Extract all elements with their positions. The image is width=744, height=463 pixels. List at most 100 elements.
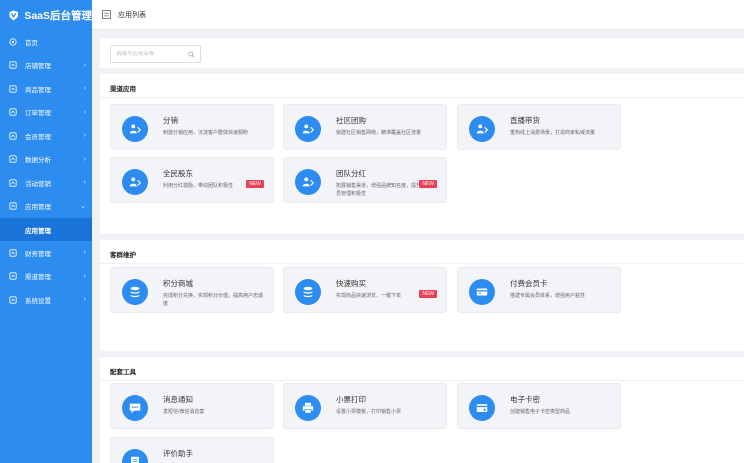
app-card-distribution[interactable]: 分销 刺激分销应用，沉淀客户群体快速裂盼 — [110, 104, 274, 150]
sidebar-menu: 首页 店铺管理 › 商品管理 › 订单管理 › 会员管理 › 数据分析 › 活动… — [0, 30, 92, 312]
card-name: 小票打印 — [336, 395, 366, 404]
sidebar-item-finance[interactable]: 财务管理 › — [0, 241, 92, 265]
settings-icon — [9, 296, 17, 304]
search-icon[interactable] — [188, 51, 195, 58]
app-card-team-bonus[interactable]: 团队分红 拓展销售渠道，增强品牌知名度，提升团队成员管理积极性 NEW — [283, 157, 447, 203]
sidebar-subitem-app-management[interactable]: 应用管理 — [0, 218, 92, 241]
menu-toggle-icon[interactable] — [102, 10, 111, 19]
section-title: 客群维护 — [100, 240, 744, 264]
sidebar-item-orders[interactable]: 订单管理 › — [0, 101, 92, 125]
chevron-right-icon: › — [83, 249, 86, 257]
app-icon — [9, 202, 17, 210]
channel-icon — [9, 272, 17, 280]
card-name: 快速购买 — [336, 279, 366, 288]
chevron-right-icon: › — [83, 155, 86, 163]
chevron-right-icon: › — [83, 179, 86, 187]
message-icon — [122, 395, 148, 421]
section-tools: 配套工具 消息通知 发短信/微信消息案 小票打印 设置小票模板，打印销售小票 电… — [100, 357, 744, 463]
card-name: 直播带货 — [510, 116, 540, 125]
card-name: 电子卡密 — [510, 395, 540, 404]
app-card-points-mall[interactable]: 积分商城 完成积分兑换，实现积分价值，提高用户忠诚度 — [110, 267, 274, 313]
chevron-right-icon: › — [83, 272, 86, 280]
card-name: 社区团购 — [336, 116, 366, 125]
sidebar-item-home[interactable]: 首页 — [0, 30, 92, 54]
sidebar-item-label: 商品管理 — [25, 86, 51, 94]
goods-icon — [9, 85, 17, 93]
search-box[interactable] — [110, 45, 201, 63]
chevron-right-icon: › — [83, 85, 86, 93]
app-card-e-card[interactable]: 电子卡密 创建销售电子卡密类型商品 — [457, 383, 621, 429]
card-name: 分销 — [163, 116, 178, 125]
card-name: 团队分红 — [336, 169, 366, 178]
section-title: 配套工具 — [100, 357, 744, 381]
app-card-printer[interactable]: 小票打印 设置小票模板，打印销售小票 — [283, 383, 447, 429]
sidebar-item-label: 会员管理 — [25, 133, 51, 141]
sidebar-item-label: 财务管理 — [25, 250, 51, 258]
finance-icon — [9, 249, 17, 257]
section-customer-care: 客群维护 积分商城 完成积分兑换，实现积分价值，提高用户忠诚度 快速购买 实现商… — [100, 240, 744, 351]
card-description: 刺激分销应用，沉淀客户群体快速裂盼 — [163, 130, 249, 136]
team-bonus-icon — [295, 169, 321, 195]
card-description: 完成积分兑换，实现积分价值，提高用户忠诚度 — [163, 293, 264, 307]
top-header: 应用列表 — [92, 0, 744, 30]
app-card-member-card[interactable]: 付费会员卡 搭建专属会员体系，增强用户粘性 — [457, 267, 621, 313]
card-description: 设置小票模板，打印销售小票 — [336, 409, 402, 415]
sidebar-item-marketing[interactable]: 活动营销 › — [0, 171, 92, 195]
points-mall-icon — [122, 279, 148, 305]
member-icon — [9, 132, 17, 140]
sidebar-item-apps[interactable]: 应用管理 ⌄ — [0, 194, 92, 218]
sidebar-item-label: 活动营销 — [25, 180, 51, 188]
sidebar-item-settings[interactable]: 系统设置 › — [0, 288, 92, 312]
live-stream-icon — [469, 116, 495, 142]
order-icon — [9, 108, 17, 116]
card-name: 付费会员卡 — [510, 279, 548, 288]
group-buy-icon — [295, 116, 321, 142]
sidebar-item-label: 应用管理 — [25, 204, 51, 212]
sidebar: SaaS后台管理 首页 店铺管理 › 商品管理 › 订单管理 › 会员管理 › — [0, 0, 92, 463]
sidebar-item-channels[interactable]: 渠道管理 › — [0, 265, 92, 289]
search-input[interactable] — [116, 51, 189, 57]
card-name: 积分商城 — [163, 279, 193, 288]
printer-icon — [295, 395, 321, 421]
chart-icon — [9, 155, 17, 163]
app-card-group-buy[interactable]: 社区团购 锁建社区销售网络，精准覆盖社区流量 — [283, 104, 447, 150]
card-name: 评价助手 — [163, 449, 193, 458]
sidebar-item-label: 数据分析 — [25, 157, 51, 165]
sidebar-item-label: 店铺管理 — [25, 63, 51, 71]
chevron-right-icon: › — [83, 61, 86, 69]
sidebar-item-label: 订单管理 — [25, 110, 51, 118]
new-badge: NEW — [419, 290, 437, 298]
sidebar-item-analytics[interactable]: 数据分析 › — [0, 148, 92, 172]
card-description: 发短信/微信消息案 — [163, 409, 205, 415]
brand-title: SaaS后台管理 — [24, 9, 92, 22]
sidebar-item-members[interactable]: 会员管理 › — [0, 124, 92, 148]
e-card-icon — [469, 395, 495, 421]
brand[interactable]: SaaS后台管理 — [0, 0, 92, 30]
section-channel-apps: 渠道应用 分销 刺激分销应用，沉淀客户群体快速裂盼 社区团购 锁建社区销售网络，… — [100, 74, 744, 234]
card-description: 锁建社区销售网络，精准覆盖社区流量 — [336, 130, 422, 136]
distribution-icon — [122, 116, 148, 142]
activity-icon — [9, 179, 17, 187]
page-title: 应用列表 — [118, 11, 146, 19]
sidebar-item-goods[interactable]: 商品管理 › — [0, 77, 92, 101]
shareholder-icon — [122, 169, 148, 195]
sidebar-item-shop[interactable]: 店铺管理 › — [0, 54, 92, 78]
app-card-quick-buy[interactable]: 快速购买 实现商品快速浏览、一键下单 NEW — [283, 267, 447, 313]
app-card-shareholder[interactable]: 全民股东 利用分红激励，带动团队积极性 NEW — [110, 157, 274, 203]
app-card-review[interactable]: 评价助手 — [110, 437, 274, 463]
card-name: 全民股东 — [163, 169, 193, 178]
card-name: 消息通知 — [163, 395, 193, 404]
sidebar-item-label: 渠道管理 — [25, 274, 51, 282]
new-badge: NEW — [419, 180, 437, 188]
quick-buy-icon — [295, 279, 321, 305]
chevron-right-icon: › — [83, 108, 86, 116]
card-description: 重构线上消费场景，打造商家私域流量 — [510, 130, 596, 136]
review-icon — [122, 449, 148, 463]
new-badge: NEW — [246, 180, 264, 188]
section-title: 渠道应用 — [100, 74, 744, 98]
app-card-live-stream[interactable]: 直播带货 重构线上消费场景，打造商家私域流量 — [457, 104, 621, 150]
logo-icon — [9, 10, 18, 20]
app-card-message[interactable]: 消息通知 发短信/微信消息案 — [110, 383, 274, 429]
sidebar-item-label: 系统设置 — [25, 297, 51, 305]
chevron-right-icon: › — [83, 296, 86, 304]
